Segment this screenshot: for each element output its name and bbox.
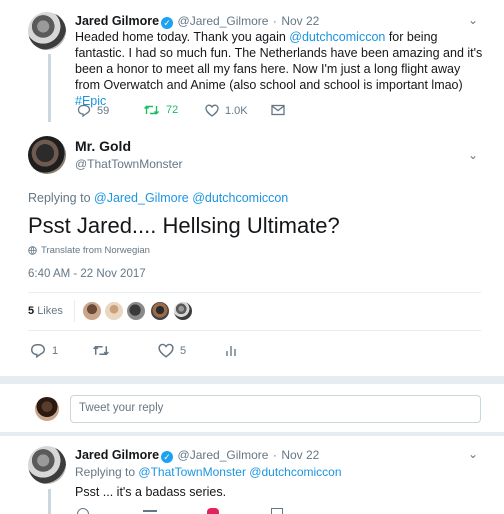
section-gap [0, 376, 504, 384]
dm-button[interactable] [271, 104, 285, 116]
avatar [35, 397, 59, 421]
mention-link[interactable]: @dutchcomiccon [249, 465, 341, 479]
liker-avatar[interactable] [126, 301, 146, 321]
divider [28, 292, 481, 293]
separator: · [272, 448, 277, 462]
liker-avatar[interactable] [173, 301, 193, 321]
reply-count: 59 [97, 104, 110, 117]
heart-icon [158, 343, 174, 358]
dm-icon [271, 104, 285, 116]
timestamp[interactable]: 6:40 AM - 22 Nov 2017 [28, 268, 146, 280]
tweet-header: Jared Gilmore ✓ @Jared_Gilmore · Nov 22 [75, 446, 319, 464]
reply-count: 1 [52, 344, 59, 357]
like-count: 1.0K [225, 104, 248, 117]
mention-link[interactable]: @ThatTownMonster [138, 465, 246, 479]
likes-label: Likes [37, 305, 63, 317]
replying-to: Replying to @Jared_Gilmore @dutchcomicco… [28, 191, 288, 205]
thread-line [48, 489, 51, 514]
retweet-count: 72 [166, 104, 179, 116]
replying-to-label: Replying to [28, 191, 91, 205]
liker-avatar[interactable] [150, 301, 170, 321]
mention-link[interactable]: @Jared_Gilmore [94, 191, 189, 205]
verified-icon: ✓ [161, 17, 174, 29]
avatar[interactable] [28, 446, 66, 484]
retweet-button[interactable] [92, 344, 116, 357]
likes-count: 5 [28, 305, 35, 317]
chevron-down-icon[interactable]: ⌄ [466, 14, 480, 26]
liker-avatar[interactable] [104, 301, 124, 321]
like-button[interactable]: 5 [158, 343, 186, 358]
replying-to-label: Replying to [75, 465, 136, 479]
replying-to: Replying to @ThatTownMonster @dutchcomic… [75, 465, 342, 479]
chevron-down-icon[interactable]: ⌄ [466, 448, 480, 460]
tweet-text: Headed home today. Thank you again @dutc… [75, 29, 485, 109]
thread-line [48, 54, 51, 122]
retweet-icon [93, 345, 109, 356]
author-name[interactable]: Jared Gilmore [75, 448, 159, 462]
reply-button[interactable]: 1 [30, 343, 58, 358]
analytics-button[interactable] [225, 344, 237, 357]
partial-action-row [75, 508, 325, 514]
author-name[interactable]: Mr. Gold [75, 138, 131, 156]
translate-label: Translate from Norwegian [41, 245, 150, 256]
translate-link[interactable]: Translate from Norwegian [28, 245, 150, 256]
divider [28, 330, 481, 331]
avatar[interactable] [28, 136, 66, 174]
reply-icon [77, 104, 91, 117]
divider [74, 300, 75, 322]
reply-placeholder: Tweet your reply [79, 402, 164, 414]
tweet-date[interactable]: Nov 22 [281, 448, 319, 462]
main-tweet-text: Psst Jared.... Hellsing Ultimate? [28, 213, 340, 238]
author-name[interactable]: Jared Gilmore [75, 14, 159, 28]
chevron-down-icon[interactable]: ⌄ [466, 149, 480, 161]
tweet-header: Jared Gilmore ✓ @Jared_Gilmore · Nov 22 [75, 12, 319, 30]
reply-input[interactable]: Tweet your reply [70, 395, 481, 423]
globe-icon [28, 246, 37, 255]
separator: · [272, 14, 277, 28]
author-handle[interactable]: @Jared_Gilmore [178, 14, 269, 28]
tweet-date[interactable]: Nov 22 [281, 14, 319, 28]
avatar[interactable] [28, 12, 66, 50]
mention-link[interactable]: @dutchcomiccon [192, 191, 288, 205]
section-gap [0, 432, 504, 436]
tweet-text: Psst ... it's a badass series. [75, 485, 227, 499]
tweet-text-part: Headed home today. Thank you again [75, 30, 290, 44]
analytics-icon [226, 346, 236, 356]
like-count: 5 [180, 344, 187, 357]
reply-button[interactable]: 59 [77, 104, 109, 117]
retweet-button[interactable]: 72 [143, 104, 178, 116]
mention-link[interactable]: @dutchcomiccon [289, 30, 385, 44]
likes-stat[interactable]: 5 Likes [28, 305, 63, 317]
author-handle[interactable]: @Jared_Gilmore [178, 448, 269, 462]
verified-icon: ✓ [161, 451, 174, 463]
liker-avatar[interactable] [82, 301, 102, 321]
like-button[interactable]: 1.0K [205, 104, 248, 117]
reply-icon [30, 344, 46, 358]
author-handle[interactable]: @ThatTownMonster [75, 157, 183, 171]
retweet-icon [144, 105, 159, 115]
heart-icon [205, 104, 219, 117]
